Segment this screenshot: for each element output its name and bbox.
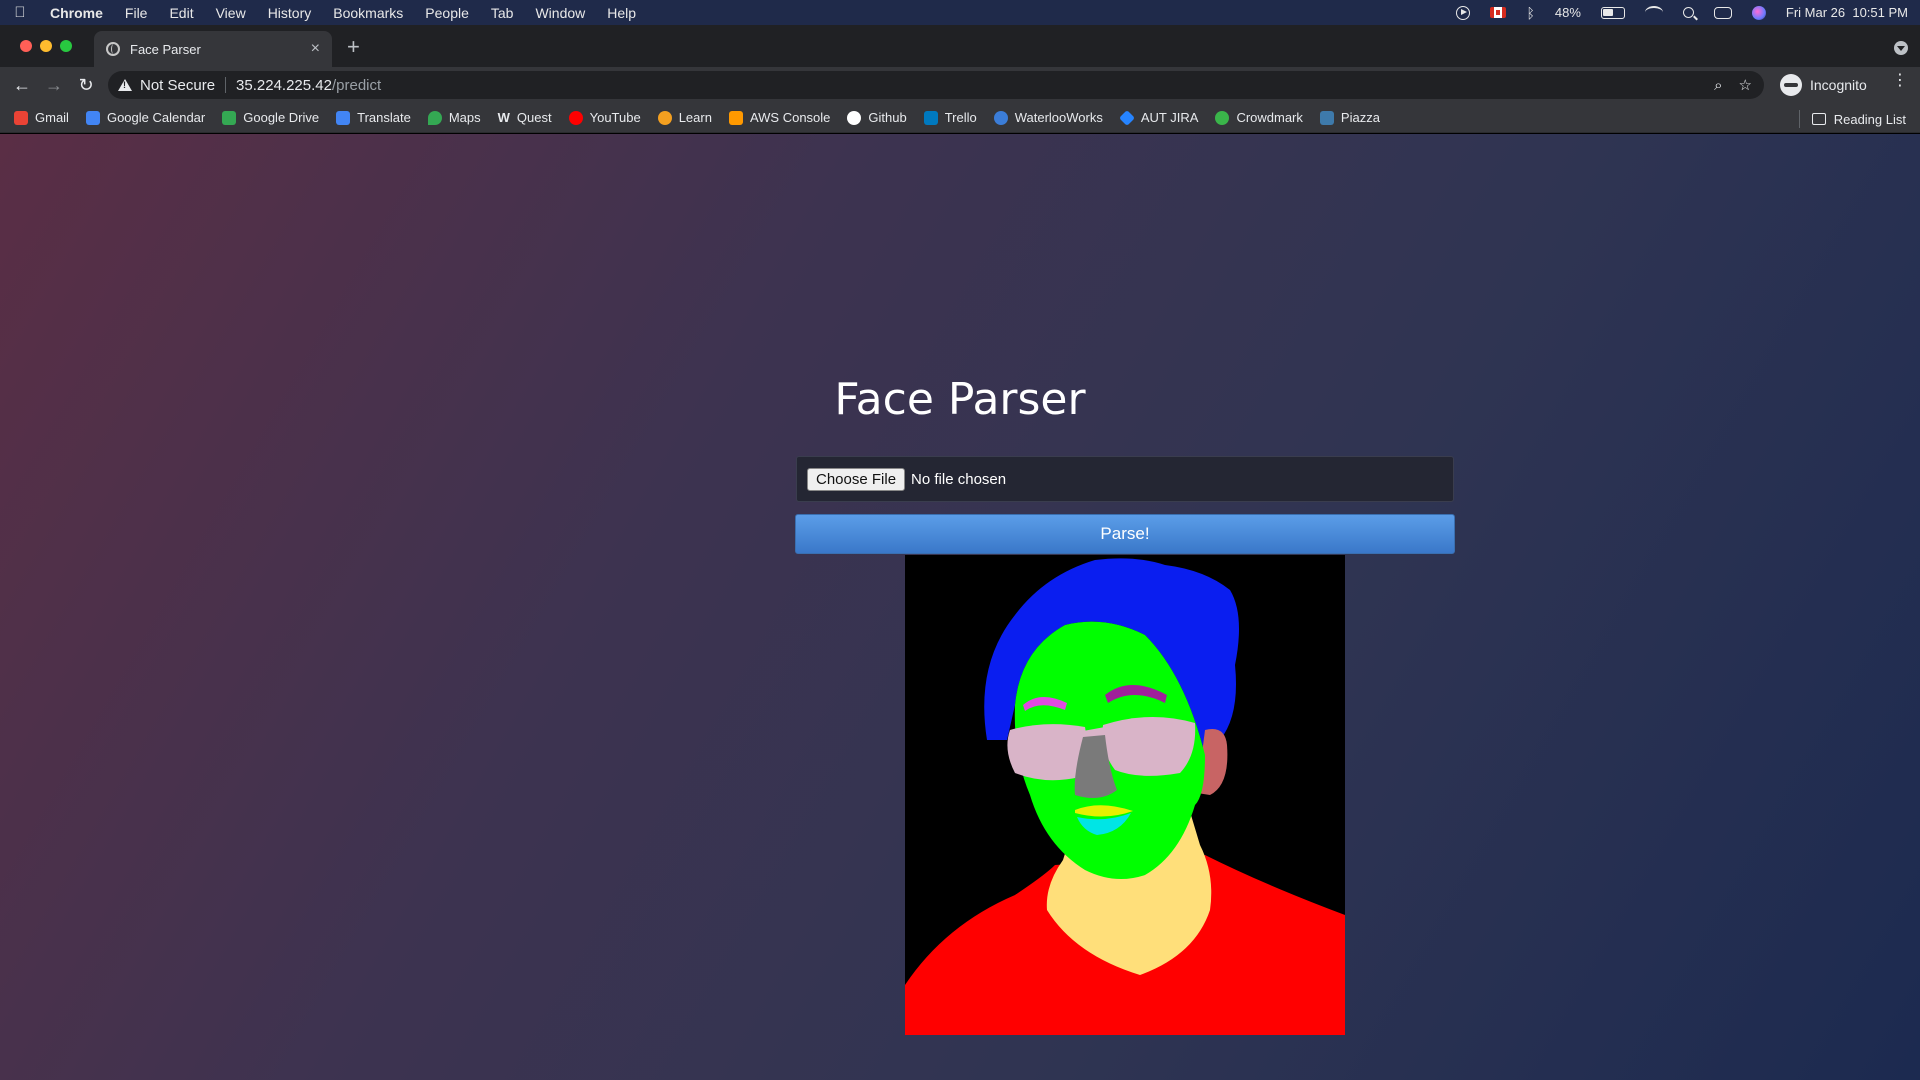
menu-app-chrome[interactable]: Chrome: [50, 5, 103, 21]
incognito-icon: [1780, 74, 1802, 96]
bookmark-piazza[interactable]: Piazza: [1319, 110, 1380, 125]
bookmarks-bar: Gmail Google Calendar Google Drive Trans…: [0, 103, 1920, 133]
parse-button[interactable]: Parse!: [795, 514, 1455, 554]
piazza-icon: [1319, 110, 1334, 125]
waterlooworks-icon: [993, 110, 1008, 125]
security-status[interactable]: Not Secure: [140, 77, 215, 94]
tab-search-icon[interactable]: [1894, 41, 1908, 55]
profile-label: Incognito: [1810, 77, 1867, 93]
bookmark-google-calendar[interactable]: Google Calendar: [85, 110, 205, 125]
menu-bookmarks[interactable]: Bookmarks: [333, 5, 403, 21]
bookmark-translate[interactable]: Translate: [336, 110, 411, 125]
warning-icon[interactable]: [118, 79, 132, 91]
translate-icon: [336, 110, 351, 125]
window-controls: [20, 40, 72, 52]
menubar-clock[interactable]: Fri Mar 26 10:51 PM: [1786, 5, 1908, 20]
gmail-icon: [14, 110, 28, 125]
drive-icon: [222, 110, 237, 125]
tab-face-parser[interactable]: Face Parser ×: [94, 31, 332, 67]
page-content: Face Parser Choose File No file chosen P…: [0, 134, 1920, 1080]
bookmark-gmail[interactable]: Gmail: [14, 110, 69, 125]
address-bar[interactable]: Not Secure 35.224.225.42 /predict ⌕ ☆: [108, 71, 1764, 99]
control-center-icon[interactable]: [1713, 6, 1732, 19]
tab-title: Face Parser: [130, 41, 201, 57]
menu-window[interactable]: Window: [535, 5, 585, 21]
close-window-button[interactable]: [20, 40, 32, 52]
menu-history[interactable]: History: [268, 5, 312, 21]
seg-right-lens: [1102, 716, 1196, 776]
back-arrow-icon[interactable]: ←: [6, 75, 38, 96]
calendar-icon: [85, 110, 100, 125]
menu-view[interactable]: View: [216, 5, 246, 21]
bookmark-trello[interactable]: Trello: [923, 110, 977, 125]
reload-icon[interactable]: ↻: [70, 75, 102, 96]
page-title: Face Parser: [834, 374, 1086, 425]
bookmark-crowdmark[interactable]: Crowdmark: [1215, 110, 1303, 125]
reading-list-button[interactable]: Reading List: [1799, 110, 1906, 128]
wifi-icon[interactable]: [1644, 6, 1663, 19]
siri-icon[interactable]: [1751, 5, 1766, 20]
profile-incognito[interactable]: Incognito: [1780, 71, 1867, 99]
menubar-status-area: ᛒ 48% Fri Mar 26 10:51 PM: [1456, 5, 1908, 21]
trello-icon: [923, 110, 938, 125]
apple-menu-icon[interactable]: : [12, 4, 28, 21]
canada-flag-icon[interactable]: [1490, 7, 1507, 18]
macos-menu-bar:  Chrome File Edit View History Bookmark…: [0, 0, 1920, 25]
github-icon: [847, 110, 862, 125]
url-path[interactable]: /predict: [332, 77, 381, 94]
menu-file[interactable]: File: [125, 5, 148, 21]
choose-file-button[interactable]: Choose File: [807, 467, 906, 491]
segmentation-result-image: [905, 555, 1345, 1035]
seg-left-lens: [1007, 724, 1087, 781]
reading-list-icon: [1811, 113, 1826, 125]
bookmark-youtube[interactable]: YouTube: [568, 110, 641, 125]
menu-tab[interactable]: Tab: [491, 5, 514, 21]
url-host[interactable]: 35.224.225.42: [236, 77, 332, 94]
youtube-icon: [568, 110, 583, 125]
bookmark-maps[interactable]: Maps: [427, 110, 481, 125]
bookmark-quest[interactable]: W Quest: [498, 110, 552, 125]
spotlight-search-icon[interactable]: [1682, 7, 1694, 18]
bookmark-aws-console[interactable]: AWS Console: [728, 110, 830, 125]
learn-icon: [657, 110, 672, 125]
file-status-text: No file chosen: [911, 470, 1007, 488]
quest-w-icon: W: [497, 110, 510, 125]
menu-help[interactable]: Help: [607, 5, 636, 21]
address-separator: [225, 77, 227, 93]
bookmark-learn[interactable]: Learn: [657, 110, 712, 125]
close-tab-icon[interactable]: ×: [311, 40, 320, 58]
menu-edit[interactable]: Edit: [169, 5, 193, 21]
bookmark-google-drive[interactable]: Google Drive: [222, 110, 319, 125]
battery-icon[interactable]: [1600, 6, 1625, 19]
browser-toolbar: ← → ↻ Not Secure 35.224.225.42 /predict …: [0, 67, 1920, 103]
tab-strip: Face Parser × +: [0, 25, 1920, 67]
forward-arrow-icon[interactable]: →: [38, 75, 70, 96]
globe-icon: [106, 42, 120, 56]
more-menu-icon[interactable]: ⋮: [1892, 73, 1908, 89]
new-tab-button[interactable]: +: [347, 34, 360, 60]
crowdmark-icon: [1215, 110, 1230, 125]
jira-icon: [1118, 109, 1135, 126]
file-input[interactable]: Choose File No file chosen: [796, 456, 1454, 502]
bookmark-waterlooworks[interactable]: WaterlooWorks: [993, 110, 1103, 125]
aws-cube-icon: [728, 110, 743, 125]
media-play-icon[interactable]: [1456, 5, 1471, 20]
zoom-icon[interactable]: ⌕: [1714, 77, 1722, 94]
omnibox-actions: ⌕ ☆: [1714, 76, 1764, 95]
bookmark-aut-jira[interactable]: AUT JIRA: [1118, 109, 1198, 126]
minimize-window-button[interactable]: [40, 40, 52, 52]
bookmark-star-icon[interactable]: ☆: [1739, 76, 1752, 94]
fullscreen-window-button[interactable]: [60, 40, 72, 52]
bookmark-github[interactable]: Github: [847, 110, 907, 125]
battery-percent[interactable]: 48%: [1555, 5, 1581, 20]
menu-people[interactable]: People: [425, 5, 469, 21]
maps-pin-icon: [427, 110, 442, 125]
bluetooth-icon[interactable]: ᛒ: [1526, 5, 1534, 21]
